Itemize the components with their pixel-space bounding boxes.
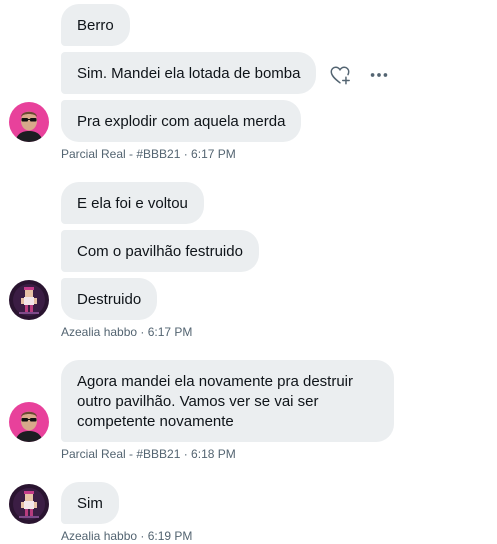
avatar[interactable] xyxy=(9,102,49,142)
heart-plus-icon xyxy=(330,66,350,85)
message-meta: Parcial Real - #BBB21 · 6:17 PM xyxy=(61,147,236,161)
user-photo xyxy=(9,280,49,320)
user-photo xyxy=(9,102,49,142)
message-meta: Azealia habbo · 6:17 PM xyxy=(61,325,193,339)
user-photo xyxy=(9,484,49,524)
message-bubble[interactable]: Sim. Mandei ela lotada de bomba xyxy=(61,52,317,94)
message-meta: Azealia habbo · 6:19 PM xyxy=(61,529,193,543)
message-bubble[interactable]: Destruido xyxy=(61,278,158,320)
more-horizontal-icon xyxy=(370,73,388,77)
message-bubble[interactable]: Sim xyxy=(61,482,119,524)
message-bubble[interactable]: Pra explodir com aquela merda xyxy=(61,100,302,142)
message-meta: Parcial Real - #BBB21 · 6:18 PM xyxy=(61,447,236,461)
message-text: Sim xyxy=(77,495,103,512)
message-bubble[interactable]: Berro xyxy=(61,4,130,46)
message-text: Berro xyxy=(77,17,114,34)
avatar[interactable] xyxy=(9,280,49,320)
message-text: Com o pavilhão festruido xyxy=(77,243,243,260)
more-button[interactable] xyxy=(365,61,393,89)
message-bubble[interactable]: E ela foi e voltou xyxy=(61,182,204,224)
user-photo xyxy=(9,402,49,442)
avatar[interactable] xyxy=(9,402,49,442)
react-button[interactable] xyxy=(326,61,354,89)
avatar[interactable] xyxy=(9,484,49,524)
message-text: E ela foi e voltou xyxy=(77,195,188,212)
message-text: Pra explodir com aquela merda xyxy=(77,113,286,130)
message-text: Destruido xyxy=(77,291,142,308)
message-bubble[interactable]: Com o pavilhão festruido xyxy=(61,230,259,272)
message-text: Sim. Mandei ela lotada de bomba xyxy=(77,65,301,82)
message-text: Agora mandei ela novamente pra destruir … xyxy=(77,373,353,430)
message-bubble[interactable]: Agora mandei ela novamente pra destruir … xyxy=(61,360,394,442)
